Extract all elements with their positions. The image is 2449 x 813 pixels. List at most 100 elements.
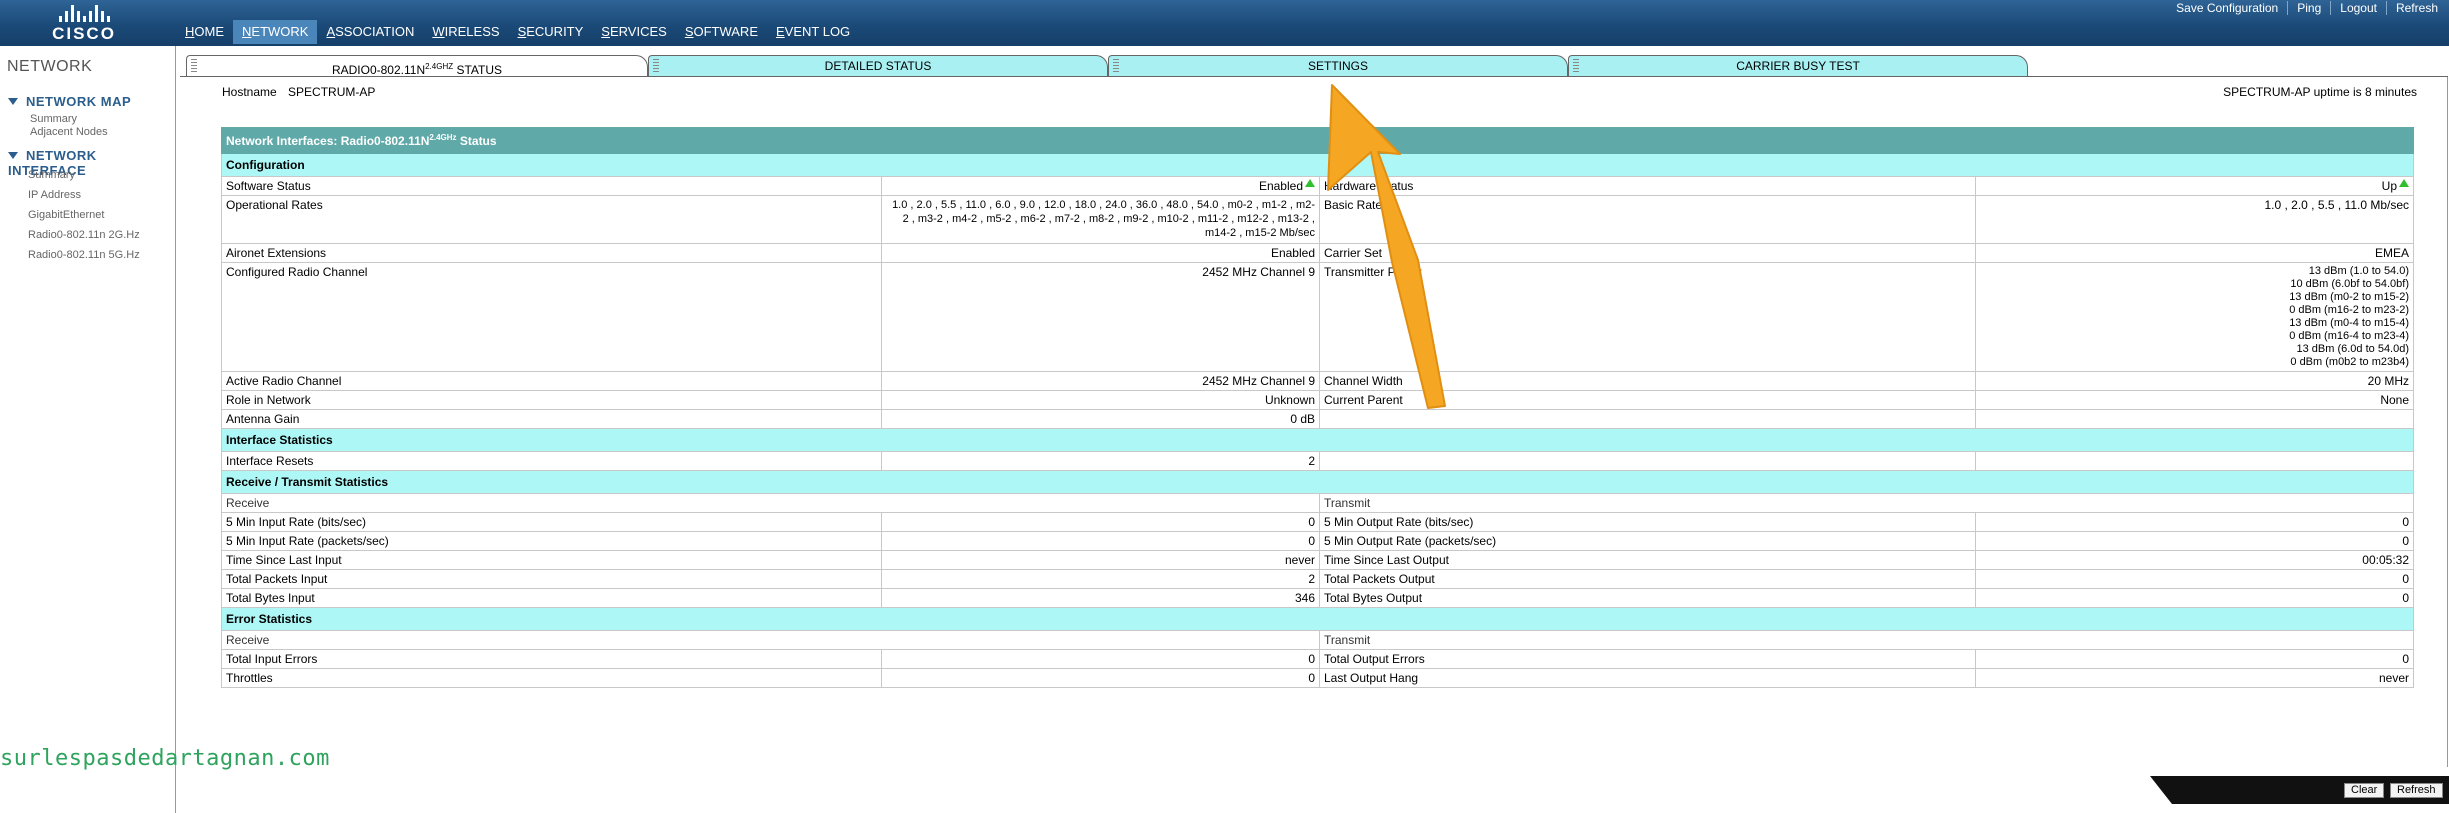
grip-icon <box>653 59 659 74</box>
status-table: Network Interfaces: Radio0-802.11N2.4GHz… <box>220 127 2415 688</box>
table-row: Operational Rates 1.0 , 2.0 , 5.5 , 11.0… <box>221 195 2415 244</box>
table-banner-row: Network Interfaces: Radio0-802.11N2.4GHz… <box>220 127 2415 154</box>
software-status-value: Enabled <box>881 176 1320 196</box>
top-links: Save Configuration Ping Logout Refresh <box>2167 1 2447 15</box>
table-row: Receive Transmit <box>221 493 2415 513</box>
main-nav: HOME NETWORK ASSOCIATION WIRELESS SECURI… <box>176 20 859 44</box>
table-row: Active Radio Channel 2452 MHz Channel 9 … <box>221 371 2415 391</box>
tab-bar: RADIO0-802.11N2.4GHZ STATUS DETAILED STA… <box>180 55 2030 77</box>
table-row: 5 Min Input Rate (bits/sec) 0 5 Min Outpu… <box>221 512 2415 532</box>
grip-icon <box>1113 59 1119 74</box>
section-rx-tx-statistics: Receive / Transmit Statistics <box>220 470 2415 494</box>
carrier-set-value: EMEA <box>1974 243 2415 263</box>
table-row: Throttles 0 Last Output Hang never <box>221 668 2415 688</box>
section-error-statistics: Error Statistics <box>220 607 2415 631</box>
sidebar-item-ip-address[interactable]: IP Address <box>28 189 81 201</box>
tab-carrier-busy-test[interactable]: CARRIER BUSY TEST <box>1568 55 2028 77</box>
nav-services[interactable]: SERVICES <box>592 24 676 44</box>
sidebar: NETWORK NETWORK MAP Summary Adjacent Nod… <box>0 46 176 813</box>
ping-link[interactable]: Ping <box>2287 1 2330 15</box>
refresh-button[interactable]: Refresh <box>2390 783 2443 798</box>
refresh-link[interactable]: Refresh <box>2385 1 2447 15</box>
row-label: Role in Network <box>221 390 882 410</box>
nav-software[interactable]: SOFTWARE <box>676 24 767 44</box>
row-label: Current Parent <box>1319 390 1976 410</box>
table-row: Configured Radio Channel 2452 MHz Channe… <box>221 262 2415 372</box>
cisco-bridge-icon <box>44 4 124 22</box>
arrow-up-icon <box>2399 179 2410 187</box>
uptime-text: SPECTRUM-AP uptime is 8 minutes <box>2223 85 2417 99</box>
antenna-gain-value: 0 dB <box>881 409 1320 429</box>
hostname-value: SPECTRUM-AP <box>288 85 376 99</box>
current-parent-value: None <box>1974 390 2415 410</box>
nav-home[interactable]: HOME <box>176 24 233 44</box>
table-row: Role in Network Unknown Current Parent N… <box>221 390 2415 410</box>
nav-association[interactable]: ASSOCIATION <box>317 24 423 44</box>
nav-network[interactable]: NETWORK <box>233 20 318 44</box>
clear-button[interactable]: Clear <box>2344 783 2385 798</box>
arrow-up-icon <box>1305 179 1315 187</box>
grip-icon <box>191 59 197 74</box>
table-row: Time Since Last Input never Time Since La… <box>221 550 2415 570</box>
table-row: Antenna Gain 0 dB <box>221 409 2415 429</box>
logo-text: CISCO <box>52 24 116 43</box>
sidebar-item-radio-2g[interactable]: Radio0-802.11n 2G.Hz <box>28 229 140 241</box>
grip-icon <box>1573 59 1579 74</box>
triangle-down-icon <box>8 152 18 159</box>
row-label: Basic Rates <box>1319 195 1976 244</box>
row-label: Channel Width <box>1319 371 1976 391</box>
row-label: Antenna Gain <box>221 409 882 429</box>
active-channel-value: 2452 MHz Channel 9 <box>881 371 1320 391</box>
section-interface-statistics: Interface Statistics <box>220 428 2415 452</box>
logout-link[interactable]: Logout <box>2330 1 2386 15</box>
row-label: Aironet Extensions <box>221 243 882 263</box>
triangle-down-icon <box>8 98 18 105</box>
row-label: Software Status <box>221 176 882 196</box>
row-label: Hardware Status <box>1319 176 1976 196</box>
transmit-header: Transmit <box>1318 630 2415 650</box>
section-configuration: Configuration <box>220 153 2415 177</box>
transmit-header: Transmit <box>1318 493 2415 513</box>
tab-radio-status[interactable]: RADIO0-802.11N2.4GHZ STATUS <box>186 55 648 77</box>
row-label: Operational Rates <box>221 195 882 244</box>
section-label: NETWORK MAP <box>26 94 132 109</box>
table-row: Interface Resets 2 <box>221 451 2415 471</box>
tab-detailed-status[interactable]: DETAILED STATUS <box>648 55 1108 77</box>
aironet-value: Enabled <box>881 243 1320 263</box>
interface-resets-value: 2 <box>881 451 1320 471</box>
basic-rates-value: 1.0 , 2.0 , 5.5 , 11.0 Mb/sec <box>1974 195 2415 244</box>
tab-settings[interactable]: SETTINGS <box>1108 55 1568 77</box>
table-row: Total Bytes Input 346 Total Bytes Output 0 <box>221 588 2415 608</box>
cisco-logo: CISCO <box>44 4 124 43</box>
save-configuration-link[interactable]: Save Configuration <box>2167 1 2287 15</box>
role-value: Unknown <box>881 390 1320 410</box>
configured-channel-value: 2452 MHz Channel 9 <box>881 262 1320 372</box>
nav-wireless[interactable]: WIRELESS <box>423 24 508 44</box>
table-row: Total Input Errors 0 Total Output Errors 0 <box>221 649 2415 669</box>
table-row: Aironet Extensions Enabled Carrier Set E… <box>221 243 2415 263</box>
table-row: Receive Transmit <box>221 630 2415 650</box>
table-row: Software Status Enabled Hardware Status … <box>221 176 2415 196</box>
table-row: 5 Min Input Rate (packets/sec) 0 5 Min Ou… <box>221 531 2415 551</box>
sidebar-item-adjacent-nodes[interactable]: Adjacent Nodes <box>30 126 108 138</box>
sidebar-item-interface-summary[interactable]: Summary <box>28 169 75 181</box>
operational-rates-value: 1.0 , 2.0 , 5.5 , 11.0 , 6.0 , 9.0 , 12.… <box>881 195 1320 244</box>
sidebar-item-radio-5g[interactable]: Radio0-802.11n 5G.Hz <box>28 249 140 261</box>
row-label: Active Radio Channel <box>221 371 882 391</box>
receive-header: Receive <box>221 630 1320 650</box>
table-banner: Network Interfaces: Radio0-802.11N2.4GHz… <box>220 127 2415 154</box>
nav-event-log[interactable]: EVENT LOG <box>767 24 859 44</box>
row-label: Transmitter Power <box>1319 262 1976 372</box>
row-label: Carrier Set <box>1319 243 1976 263</box>
sidebar-title: NETWORK <box>7 58 93 75</box>
row-label: Interface Resets <box>221 451 882 471</box>
table-row: Total Packets Input 2 Total Packets Outpu… <box>221 569 2415 589</box>
sidebar-item-summary[interactable]: Summary <box>30 113 77 125</box>
nav-security[interactable]: SECURITY <box>509 24 593 44</box>
sidebar-item-gigabitethernet[interactable]: GigabitEthernet <box>28 209 104 221</box>
receive-header: Receive <box>221 493 1320 513</box>
top-bar: CISCO HOME NETWORK ASSOCIATION WIRELESS … <box>0 0 2449 46</box>
sidebar-section-network-map[interactable]: NETWORK MAP <box>8 94 131 109</box>
hardware-status-value: Up <box>1974 176 2415 196</box>
transmitter-power-value: 13 dBm (1.0 to 54.0) 10 dBm (6.0bf to 54… <box>1974 262 2415 372</box>
